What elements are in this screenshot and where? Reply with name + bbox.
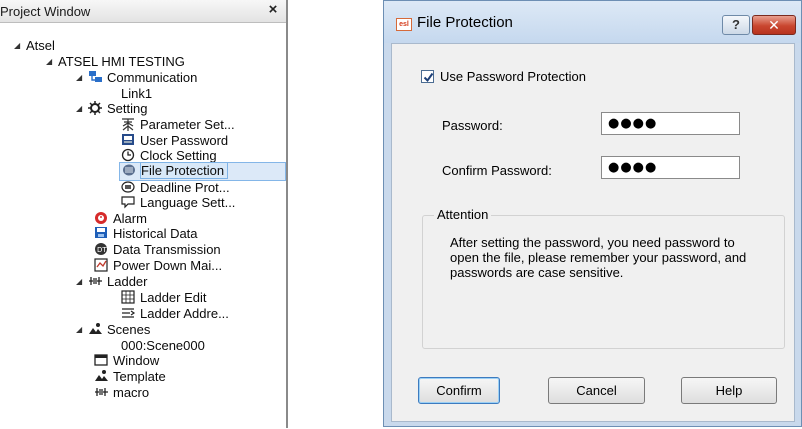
tree-item-alarm[interactable]: Alarm — [94, 211, 147, 227]
ladder-address-icon — [121, 306, 136, 320]
dialog-title-bar: esl File Protection ? ✕ — [384, 1, 801, 43]
dialog-title: File Protection — [417, 14, 513, 31]
tree-item-parameter-setting[interactable]: Parameter Set... — [121, 117, 235, 133]
user-password-icon — [121, 133, 136, 147]
confirm-button[interactable]: Confirm — [418, 377, 500, 404]
tree-item-communication[interactable]: ◢ Communication — [76, 70, 197, 86]
deadline-icon — [121, 180, 136, 194]
network-icon — [88, 70, 103, 84]
expand-arrow-icon[interactable]: ◢ — [76, 70, 88, 86]
tree-item-user-password[interactable]: User Password — [121, 133, 228, 149]
power-down-icon — [94, 258, 109, 272]
project-window-header: Project Window × — [0, 0, 286, 23]
tree-item-historical-data[interactable]: Historical Data — [94, 226, 198, 242]
expand-arrow-icon[interactable]: ◢ — [14, 38, 26, 54]
tree-item-project[interactable]: ◢ ATSEL HMI TESTING — [46, 54, 185, 70]
project-window: Project Window × ◢ Atsel ◢ ATSEL HMI TESTI… — [0, 0, 288, 428]
data-transmission-icon: DT — [94, 242, 109, 256]
gear-icon — [88, 101, 103, 115]
tree-item-ladder-edit[interactable]: Ladder Edit — [121, 290, 207, 306]
tree-item-scenes[interactable]: ◢ Scenes — [76, 322, 150, 338]
tree-item-ladder-address[interactable]: Ladder Addre... — [121, 306, 229, 322]
tree-item-macro[interactable]: macro — [94, 385, 149, 401]
language-icon — [121, 195, 136, 209]
alarm-icon — [94, 211, 109, 225]
confirm-password-label: Confirm Password: — [442, 163, 552, 178]
ladder-icon — [88, 274, 103, 288]
confirm-password-field[interactable]: ●●●● — [601, 156, 740, 179]
password-field[interactable]: ●●●● — [601, 112, 740, 135]
expand-arrow-icon[interactable]: ◢ — [76, 274, 88, 290]
tree-item-file-protection[interactable]: File Protection — [119, 162, 286, 181]
historical-data-icon — [94, 226, 109, 240]
project-window-title: Project Window — [0, 4, 91, 19]
close-icon[interactable]: × — [264, 1, 282, 19]
parameter-icon — [121, 117, 136, 131]
use-password-label: Use Password Protection — [440, 69, 586, 84]
expand-arrow-icon[interactable]: ◢ — [46, 54, 58, 70]
close-titlebar-button[interactable]: ✕ — [752, 15, 796, 35]
help-titlebar-button[interactable]: ? — [722, 15, 750, 35]
tree-item-setting[interactable]: ◢ Setting — [76, 101, 147, 117]
attention-title: Attention — [434, 207, 492, 222]
tree-item-deadline-protection[interactable]: Deadline Prot... — [121, 180, 230, 196]
use-password-checkbox[interactable] — [421, 70, 434, 83]
expand-arrow-icon[interactable]: ◢ — [76, 322, 88, 338]
tree-item-link1[interactable]: Link1 — [121, 86, 152, 102]
template-icon — [94, 369, 109, 383]
expand-arrow-icon[interactable]: ◢ — [76, 101, 88, 117]
tree-item-ladder[interactable]: ◢ Ladder — [76, 274, 147, 290]
macro-icon — [94, 385, 109, 399]
scenes-icon — [88, 322, 103, 336]
clock-icon — [121, 148, 136, 162]
tree-item-data-transmission[interactable]: DT Data Transmission — [94, 242, 221, 258]
help-button[interactable]: Help — [681, 377, 777, 404]
password-label: Password: — [442, 118, 503, 133]
ladder-edit-icon — [121, 290, 136, 304]
tree-item-atsel[interactable]: ◢ Atsel — [14, 38, 55, 54]
file-protection-icon — [122, 163, 137, 177]
svg-text:DT: DT — [97, 246, 107, 254]
window-icon — [94, 353, 109, 367]
attention-text: After setting the password, you need pas… — [450, 235, 747, 280]
tree-item-template[interactable]: Template — [94, 369, 166, 385]
app-logo-icon: esl — [396, 18, 412, 31]
tree-item-power-down[interactable]: Power Down Mai... — [94, 258, 222, 274]
checkmark-icon — [423, 72, 434, 83]
tree-item-window[interactable]: Window — [94, 353, 159, 369]
file-protection-dialog: esl File Protection ? ✕ Use Password Pro… — [383, 0, 802, 427]
project-tree: ◢ Atsel ◢ ATSEL HMI TESTING ◢ Communication… — [0, 22, 286, 422]
tree-item-scene000[interactable]: 000:Scene000 — [121, 338, 205, 354]
cancel-button[interactable]: Cancel — [548, 377, 645, 404]
tree-item-language-setting[interactable]: Language Sett... — [121, 195, 235, 211]
